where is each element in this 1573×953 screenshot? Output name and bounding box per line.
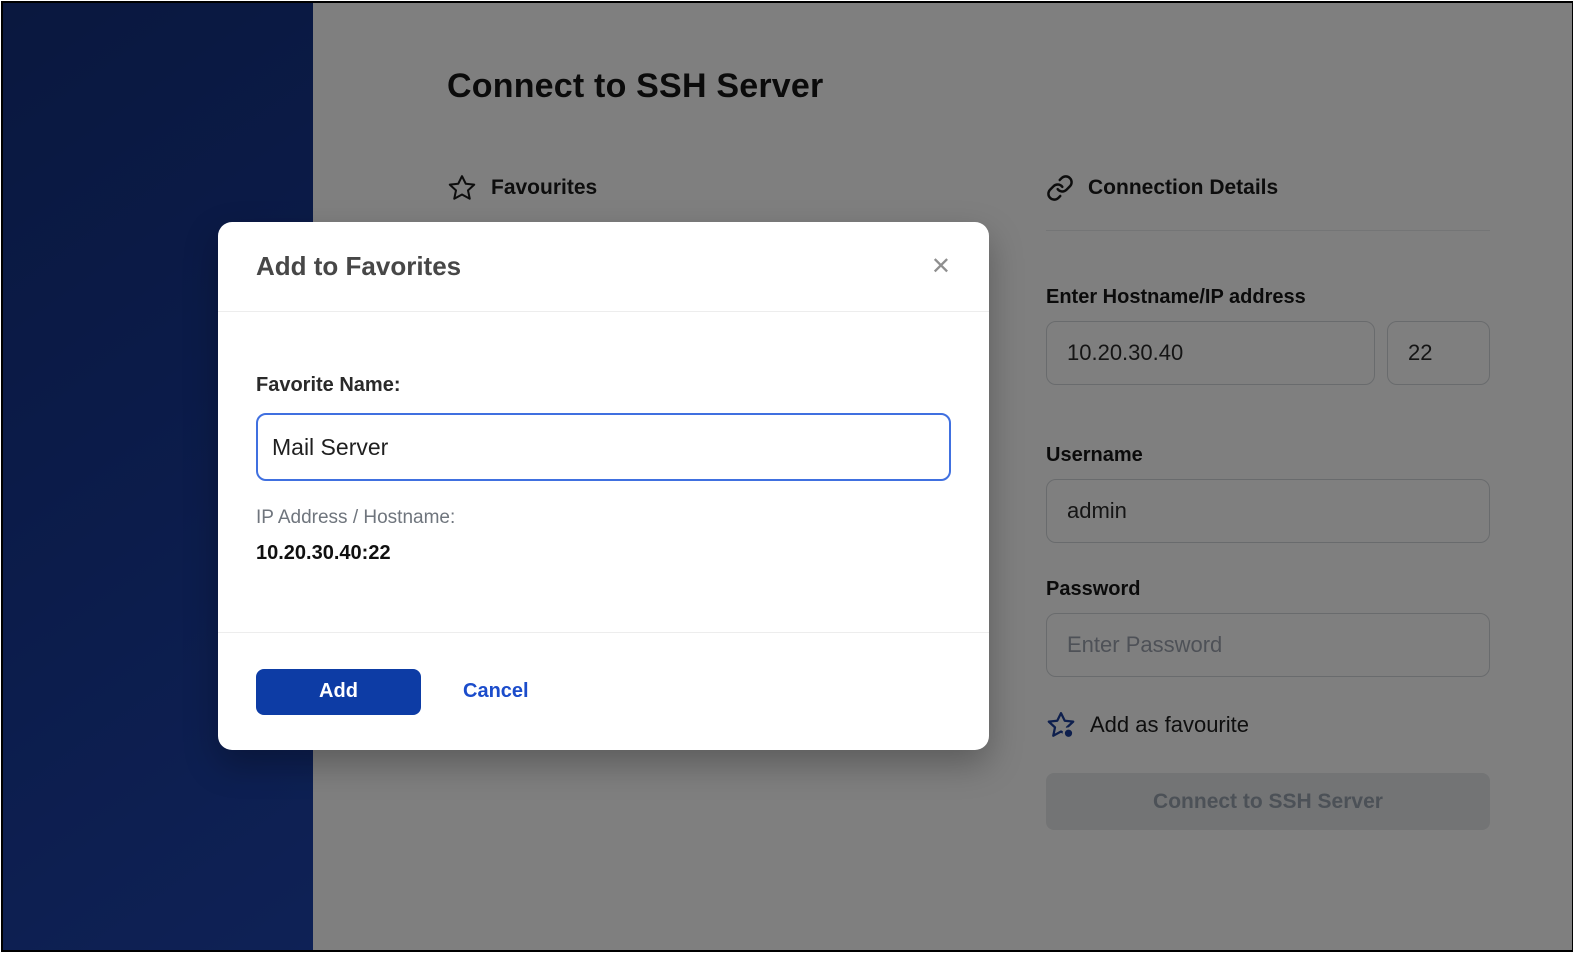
add-to-favorites-dialog: Add to Favorites ✕ Favorite Name: IP Add… <box>218 222 989 750</box>
add-button[interactable]: Add <box>256 669 421 715</box>
dialog-header: Add to Favorites ✕ <box>218 222 989 312</box>
dialog-footer: Add Cancel <box>218 632 989 750</box>
dialog-body: Favorite Name: IP Address / Hostname: 10… <box>218 374 989 565</box>
favorite-name-input[interactable] <box>256 413 951 481</box>
ip-hostname-label: IP Address / Hostname: <box>256 507 951 529</box>
favorite-name-label: Favorite Name: <box>256 374 951 397</box>
close-icon[interactable]: ✕ <box>931 255 951 279</box>
dialog-title: Add to Favorites <box>256 251 461 282</box>
app-window: Connect to SSH Server Favourites <box>1 1 1573 952</box>
ip-hostname-value: 10.20.30.40:22 <box>256 542 951 565</box>
cancel-button[interactable]: Cancel <box>463 680 529 703</box>
